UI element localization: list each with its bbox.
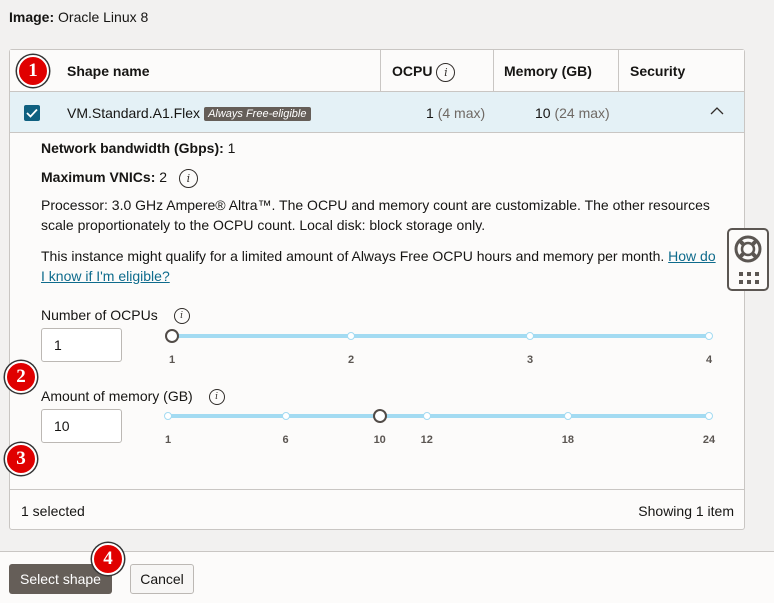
slider-label: 10 xyxy=(373,434,386,446)
step-marker-4: 4 xyxy=(92,543,124,575)
chevron-up-icon[interactable] xyxy=(710,106,724,115)
column-header-shape-name[interactable]: Shape name xyxy=(67,50,149,91)
memory-value: 10 xyxy=(535,105,551,121)
table-row[interactable]: VM.Standard.A1.Flex Always Free-eligible … xyxy=(10,92,744,133)
memory-slider[interactable]: 1 6 10 12 18 24 xyxy=(164,406,716,446)
shape-table: Shape name OCPU i Memory (GB) Security V… xyxy=(9,49,745,530)
slider-tick[interactable] xyxy=(705,332,713,340)
lifebuoy-icon xyxy=(734,235,762,263)
memory-max: (24 max) xyxy=(554,105,610,121)
info-icon[interactable]: i xyxy=(178,169,198,188)
image-value: Oracle Linux 8 xyxy=(58,9,149,25)
shape-name: VM.Standard.A1.Flex xyxy=(67,105,201,121)
cancel-button[interactable]: Cancel xyxy=(130,564,194,594)
slider-label: 2 xyxy=(347,354,355,366)
row-details: Network bandwidth (Gbps): 1 Maximum VNIC… xyxy=(10,133,744,489)
slider-label: 3 xyxy=(526,354,534,366)
ocpu-slider[interactable]: 1 2 3 4 xyxy=(165,326,713,366)
memory-input[interactable] xyxy=(41,409,122,443)
info-icon[interactable]: i xyxy=(173,308,190,325)
column-header-ocpu[interactable]: OCPU i xyxy=(392,50,456,91)
ocpu-label-text: Number of OCPUs xyxy=(41,307,158,323)
network-bandwidth-label: Network bandwidth (Gbps): xyxy=(41,140,224,156)
ocpu-header-label: OCPU xyxy=(392,63,433,79)
slider-track xyxy=(172,334,709,338)
step-marker-1: 1 xyxy=(17,55,49,87)
always-free-badge: Always Free-eligible xyxy=(204,107,311,121)
slider-label: 1 xyxy=(164,434,172,446)
step-marker-3: 3 xyxy=(5,443,37,475)
slider-tick[interactable] xyxy=(526,332,534,340)
memory-cell: 10 (24 max) xyxy=(535,105,610,121)
slider-tick[interactable] xyxy=(705,412,713,420)
column-divider xyxy=(493,50,494,91)
ocpu-value: 1 xyxy=(426,105,434,121)
memory-field-label: Amount of memory (GB) i xyxy=(41,388,225,406)
table-footer: 1 selected Showing 1 item xyxy=(10,489,744,529)
image-label: Image: xyxy=(9,9,55,25)
info-icon[interactable]: i xyxy=(436,62,456,82)
slider-label: 18 xyxy=(561,434,574,446)
slider-tick[interactable] xyxy=(563,412,572,420)
column-divider xyxy=(618,50,619,91)
slider-thumb[interactable] xyxy=(165,329,179,343)
max-vnics: Maximum VNICs: 2 i xyxy=(41,169,198,188)
item-count: Showing 1 item xyxy=(638,503,734,519)
slider-label: 4 xyxy=(705,354,713,366)
slider-tick[interactable] xyxy=(347,332,355,340)
slider-tick[interactable] xyxy=(164,412,172,420)
slider-label: 6 xyxy=(282,434,289,446)
info-icon[interactable]: i xyxy=(208,389,225,406)
slider-label: 1 xyxy=(168,354,176,366)
network-bandwidth: Network bandwidth (Gbps): 1 xyxy=(41,140,235,156)
apps-grid-icon xyxy=(739,272,759,284)
slider-tick[interactable] xyxy=(281,412,290,420)
column-header-security[interactable]: Security xyxy=(630,50,685,91)
memory-label-text: Amount of memory (GB) xyxy=(41,388,193,404)
slider-track xyxy=(168,414,709,418)
slider-label: 12 xyxy=(420,434,433,446)
free-tier-note: This instance might qualify for a limite… xyxy=(41,247,721,286)
slider-thumb[interactable] xyxy=(372,409,387,423)
processor-description: Processor: 3.0 GHz Ampere® Altra™. The O… xyxy=(41,197,710,233)
column-header-memory[interactable]: Memory (GB) xyxy=(504,50,592,91)
table-header: Shape name OCPU i Memory (GB) Security xyxy=(10,50,744,92)
row-checkbox[interactable] xyxy=(24,105,40,121)
image-info: Image: Oracle Linux 8 xyxy=(9,9,148,25)
checkmark-icon xyxy=(26,108,38,118)
ocpu-field-label: Number of OCPUs i xyxy=(41,307,190,325)
selected-count: 1 selected xyxy=(21,503,85,519)
free-tier-text: This instance might qualify for a limite… xyxy=(41,248,665,264)
column-divider xyxy=(380,50,381,91)
shape-name-cell: VM.Standard.A1.Flex Always Free-eligible xyxy=(67,105,311,121)
max-vnics-label: Maximum VNICs: xyxy=(41,169,156,186)
slider-tick[interactable] xyxy=(422,412,431,420)
network-bandwidth-value: 1 xyxy=(227,140,236,156)
step-marker-2: 2 xyxy=(5,361,37,393)
ocpu-cell: 1 (4 max) xyxy=(426,105,485,121)
help-widget[interactable] xyxy=(727,228,769,291)
max-vnics-value: 2 xyxy=(159,169,168,186)
ocpu-input[interactable] xyxy=(41,328,122,362)
ocpu-max: (4 max) xyxy=(437,105,486,121)
slider-label: 24 xyxy=(702,434,716,446)
